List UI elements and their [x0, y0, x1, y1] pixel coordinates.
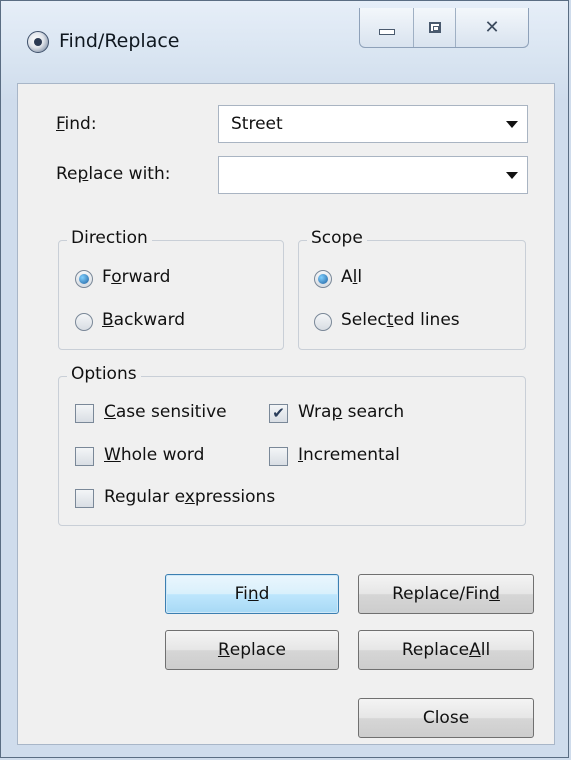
selected-lines-radio[interactable]: [314, 313, 332, 331]
window-title: Find/Replace: [59, 30, 180, 52]
find-label: Find:: [56, 114, 97, 134]
wrap-search-checkbox[interactable]: ✔: [269, 404, 288, 423]
direction-group: Direction: [58, 228, 284, 350]
maximize-icon: [428, 22, 441, 33]
find-replace-dialog: Find/Replace ✕ Find: Street Replace with…: [0, 0, 569, 758]
backward-label[interactable]: Backward: [102, 310, 185, 330]
replace-dropdown-arrow-icon[interactable]: [506, 172, 518, 179]
close-button[interactable]: Close: [358, 698, 534, 738]
replace-with-label: Replace with:: [56, 164, 171, 184]
wrap-search-label[interactable]: Wrap search: [298, 402, 404, 422]
find-input[interactable]: Street: [231, 114, 283, 134]
options-group-title: Options: [67, 364, 141, 384]
all-label[interactable]: All: [341, 267, 362, 287]
replace-all-button[interactable]: Replace All: [358, 630, 534, 670]
forward-radio[interactable]: [75, 270, 93, 288]
whole-word-checkbox[interactable]: [75, 447, 94, 466]
close-window-button[interactable]: ✕: [456, 8, 528, 47]
replace-find-button[interactable]: Replace/Fin d: [358, 574, 534, 614]
case-sensitive-checkbox[interactable]: [75, 404, 94, 423]
dialog-body: Find: Street Replace with: Direction For…: [17, 83, 555, 745]
eclipse-app-icon: [27, 31, 49, 53]
scope-group: Scope: [298, 228, 526, 350]
all-radio[interactable]: [314, 270, 332, 288]
title-bar[interactable]: Find/Replace ✕: [1, 1, 570, 83]
replace-with-combo[interactable]: [218, 156, 528, 194]
find-dropdown-arrow-icon[interactable]: [506, 121, 518, 128]
regular-expressions-checkbox[interactable]: [75, 489, 94, 508]
replace-button[interactable]: Replace: [165, 630, 339, 670]
incremental-label[interactable]: Incremental: [298, 445, 400, 465]
maximize-button[interactable]: [414, 8, 456, 47]
caption-buttons: ✕: [359, 8, 529, 48]
whole-word-label[interactable]: Whole word: [104, 445, 204, 465]
checkmark-icon: ✔: [272, 404, 285, 422]
find-button[interactable]: Fi n d: [165, 574, 339, 614]
minimize-button[interactable]: [360, 8, 414, 47]
regular-expressions-label[interactable]: Regular expressions: [104, 487, 275, 507]
backward-radio[interactable]: [75, 313, 93, 331]
case-sensitive-label[interactable]: Case sensitive: [104, 402, 227, 422]
incremental-checkbox[interactable]: [269, 447, 288, 466]
find-combo[interactable]: Street: [218, 105, 528, 143]
minimize-icon: [378, 28, 395, 35]
close-icon: ✕: [484, 17, 500, 38]
scope-group-title: Scope: [307, 228, 367, 248]
selected-lines-label[interactable]: Selected lines: [341, 310, 460, 330]
direction-group-title: Direction: [67, 228, 152, 248]
forward-label[interactable]: Forward: [102, 267, 170, 287]
